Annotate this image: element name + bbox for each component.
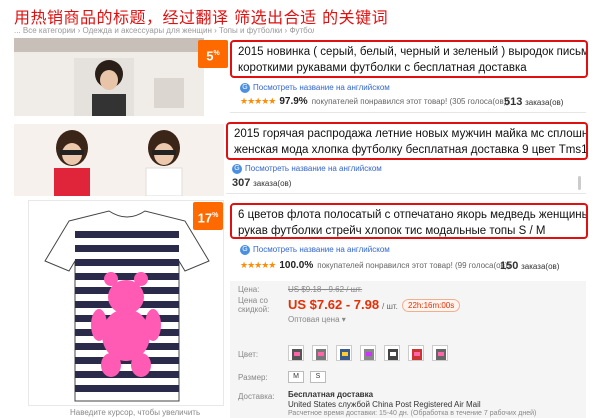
shipping-label: Доставка: xyxy=(238,392,275,401)
title-line: рукав футболки стрейч хлопок тис модальн… xyxy=(238,225,546,237)
discount-value: 17 xyxy=(197,210,213,226)
product-image-3[interactable] xyxy=(28,200,224,406)
rating-percent: 100.0% xyxy=(279,260,314,271)
shipping-method[interactable]: United States службой China Post Registe… xyxy=(288,400,481,409)
orders-3: 150 заказа(ов) xyxy=(500,260,560,272)
discount-value: 5 xyxy=(206,48,214,64)
countdown-timer: 22h:16m:00s xyxy=(402,299,461,312)
price-label: Цена: xyxy=(238,285,260,294)
orders-count: 513 xyxy=(504,96,523,108)
color-swatch[interactable] xyxy=(432,345,448,361)
delivery-estimate: Расчетное время доставки: 15-40 дн. (Обр… xyxy=(288,410,537,417)
divider xyxy=(226,193,586,194)
translate-icon: G xyxy=(232,164,242,174)
rating-row-1: ★★★★★ 97.9% покупателей понравился этот … xyxy=(240,96,509,107)
title-line: 6 цветов флота полосатый с отпечатано як… xyxy=(238,209,588,221)
rating-percent: 97.9% xyxy=(279,96,308,107)
translate-icon: G xyxy=(240,245,250,255)
product-image-1[interactable] xyxy=(14,38,204,116)
star-rating-icon: ★★★★★ xyxy=(240,260,276,270)
breadcrumb[interactable]: ... Все категории › Одежда и аксессуары … xyxy=(14,26,314,35)
sale-price: US $7.62 - 7.98 xyxy=(288,297,380,312)
color-swatch[interactable] xyxy=(312,345,328,361)
english-title-link-1[interactable]: G Посмотреть название на английском xyxy=(240,83,390,93)
color-swatch[interactable] xyxy=(360,345,376,361)
product-title-2[interactable]: 2015 горячая распродажа летние новых муж… xyxy=(226,122,588,160)
product-title-1[interactable]: 2015 новинка ( серый, белый, черный и зе… xyxy=(230,40,588,78)
color-swatch[interactable] xyxy=(336,345,352,361)
color-label: Цвет: xyxy=(238,350,259,359)
title-line: женская мода хлопка футболку бесплатная … xyxy=(234,144,588,156)
old-price: US $9.18 - 9.62 / шт. xyxy=(288,285,363,294)
orders-count: 150 xyxy=(500,260,519,272)
product-image-2[interactable] xyxy=(14,124,224,196)
title-line: 2015 горячая распродажа летние новых муж… xyxy=(234,128,588,140)
rating-text[interactable]: покупателей понравился этот товар! (99 г… xyxy=(317,261,510,270)
color-swatch[interactable] xyxy=(384,345,400,361)
size-option-s[interactable]: S xyxy=(310,371,326,383)
translate-icon: G xyxy=(240,83,250,93)
color-swatch[interactable] xyxy=(408,345,424,361)
shipping-title: Бесплатная доставка xyxy=(288,390,374,399)
product-title-3[interactable]: 6 цветов флота полосатый с отпечатано як… xyxy=(230,203,588,239)
rating-text[interactable]: покупателей понравился этот товар! (305 … xyxy=(312,97,509,106)
size-option-m[interactable]: M xyxy=(288,371,304,383)
color-swatch[interactable] xyxy=(288,345,304,361)
orders-2: 307 заказа(ов) xyxy=(232,177,292,189)
title-line: короткими рукавами футболки с бесплатная… xyxy=(238,62,527,74)
chevron-down-icon: ▾ xyxy=(341,315,346,324)
discount-badge-3: 17% xyxy=(193,202,223,230)
zoom-hint: Наведите курсор, чтобы увеличить xyxy=(70,408,201,417)
english-title-link-2[interactable]: G Посмотреть название на английском xyxy=(232,164,382,174)
annotation-heading: 用热销商品的标题，经过翻译 筛选出合适 的关键词 xyxy=(14,8,389,27)
star-rating-icon: ★★★★★ xyxy=(240,96,276,106)
orders-1: 513 заказа(ов) xyxy=(504,96,564,108)
discount-badge-1: 5% xyxy=(198,40,228,68)
size-label: Размер: xyxy=(238,373,268,382)
price-unit: / шт. xyxy=(382,302,398,311)
english-title-link-3[interactable]: G Посмотреть название на английском xyxy=(240,245,390,255)
orders-count: 307 xyxy=(232,177,251,189)
title-line: 2015 новинка ( серый, белый, черный и зе… xyxy=(238,46,588,58)
sale-price-label: Цена со скидкой: xyxy=(238,296,270,314)
rating-row-3: ★★★★★ 100.0% покупателей понравился этот… xyxy=(240,260,510,271)
scrollbar[interactable] xyxy=(578,176,581,190)
wholesale-link[interactable]: Оптовая цена ▾ xyxy=(288,315,346,324)
divider xyxy=(230,112,586,113)
